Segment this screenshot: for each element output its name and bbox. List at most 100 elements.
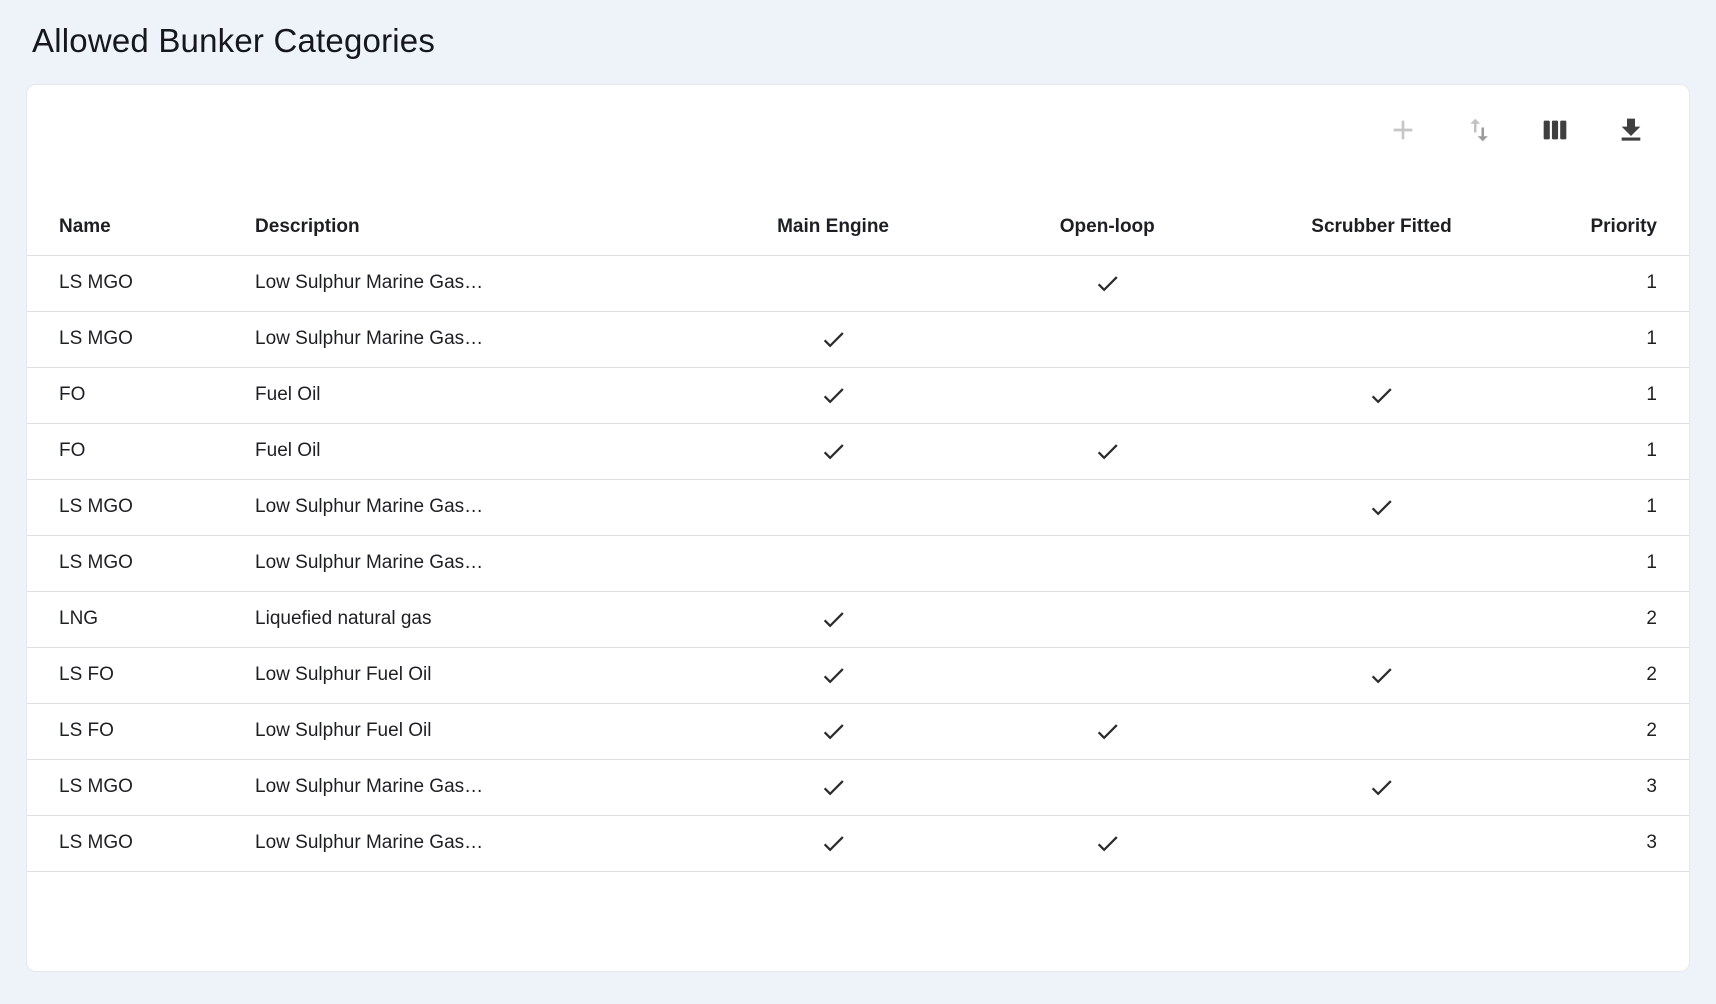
cell-open_loop-empty: [974, 647, 1240, 703]
cell-description: Low Sulphur Marine Gas…: [243, 535, 692, 591]
columns-icon: [1539, 114, 1571, 149]
table-row[interactable]: LS MGOLow Sulphur Marine Gas… 1: [27, 535, 1689, 591]
cell-main_engine-empty: [692, 255, 975, 311]
cell-priority: 1: [1523, 367, 1689, 423]
cell-main_engine-empty: [692, 535, 975, 591]
check-icon: [820, 382, 847, 409]
cell-scrubber_fitted-checked: [1240, 367, 1523, 423]
sort-button[interactable]: [1459, 111, 1499, 151]
cell-name: LS MGO: [27, 815, 243, 871]
cell-priority: 3: [1523, 815, 1689, 871]
columns-button[interactable]: [1535, 111, 1575, 151]
cell-name: LNG: [27, 591, 243, 647]
cell-description: Low Sulphur Fuel Oil: [243, 647, 692, 703]
cell-scrubber_fitted-empty: [1240, 815, 1523, 871]
cell-open_loop-empty: [974, 535, 1240, 591]
cell-priority: 3: [1523, 759, 1689, 815]
cell-description: Low Sulphur Marine Gas…: [243, 759, 692, 815]
column-header-scrubber_fitted[interactable]: Scrubber Fitted: [1240, 199, 1523, 255]
cell-description: Fuel Oil: [243, 423, 692, 479]
check-icon: [820, 606, 847, 633]
cell-main_engine-checked: [692, 815, 975, 871]
column-header-open_loop[interactable]: Open-loop: [974, 199, 1240, 255]
cell-main_engine-checked: [692, 647, 975, 703]
column-header-name[interactable]: Name: [27, 199, 243, 255]
check-icon: [820, 326, 847, 353]
sort-arrows-icon: [1464, 115, 1494, 148]
table-row[interactable]: LS FOLow Sulphur Fuel Oil 2: [27, 703, 1689, 759]
cell-name: FO: [27, 367, 243, 423]
cell-open_loop-empty: [974, 591, 1240, 647]
cell-description: Low Sulphur Marine Gas…: [243, 815, 692, 871]
table-toolbar: [27, 85, 1689, 199]
check-icon: [1368, 382, 1395, 409]
check-icon: [1368, 774, 1395, 801]
table-row[interactable]: LS MGOLow Sulphur Marine Gas… 3: [27, 759, 1689, 815]
cell-open_loop-empty: [974, 311, 1240, 367]
table-row[interactable]: LS FOLow Sulphur Fuel Oil 2: [27, 647, 1689, 703]
cell-name: LS MGO: [27, 759, 243, 815]
column-header-main_engine[interactable]: Main Engine: [692, 199, 975, 255]
check-icon: [1368, 494, 1395, 521]
cell-open_loop-checked: [974, 255, 1240, 311]
cell-open_loop-empty: [974, 367, 1240, 423]
export-button[interactable]: [1611, 111, 1651, 151]
cell-description: Low Sulphur Fuel Oil: [243, 703, 692, 759]
cell-scrubber_fitted-checked: [1240, 647, 1523, 703]
cell-open_loop-empty: [974, 479, 1240, 535]
cell-description: Low Sulphur Marine Gas…: [243, 479, 692, 535]
cell-name: LS MGO: [27, 311, 243, 367]
cell-open_loop-empty: [974, 759, 1240, 815]
cell-priority: 2: [1523, 591, 1689, 647]
check-icon: [820, 662, 847, 689]
cell-name: LS FO: [27, 647, 243, 703]
cell-open_loop-checked: [974, 815, 1240, 871]
column-header-priority[interactable]: Priority: [1523, 199, 1689, 255]
cell-priority: 1: [1523, 479, 1689, 535]
cell-scrubber_fitted-empty: [1240, 423, 1523, 479]
check-icon: [1094, 718, 1121, 745]
page: Allowed Bunker Categories: [0, 0, 1716, 996]
cell-description: Low Sulphur Marine Gas…: [243, 311, 692, 367]
cell-name: LS MGO: [27, 255, 243, 311]
table-row[interactable]: LS MGOLow Sulphur Marine Gas… 1: [27, 255, 1689, 311]
add-button[interactable]: [1383, 111, 1423, 151]
check-icon: [1368, 662, 1395, 689]
cell-name: LS MGO: [27, 479, 243, 535]
cell-description: Liquefied natural gas: [243, 591, 692, 647]
check-icon: [1094, 438, 1121, 465]
bunker-categories-card: NameDescriptionMain EngineOpen-loopScrub…: [26, 84, 1690, 972]
table-row[interactable]: LS MGOLow Sulphur Marine Gas… 1: [27, 479, 1689, 535]
table-body: LS MGOLow Sulphur Marine Gas…1LS MGOLow …: [27, 255, 1689, 871]
check-icon: [820, 718, 847, 745]
cell-description: Low Sulphur Marine Gas…: [243, 255, 692, 311]
column-header-description[interactable]: Description: [243, 199, 692, 255]
bunker-categories-table: NameDescriptionMain EngineOpen-loopScrub…: [27, 199, 1689, 872]
cell-scrubber_fitted-checked: [1240, 479, 1523, 535]
cell-main_engine-checked: [692, 423, 975, 479]
cell-open_loop-checked: [974, 423, 1240, 479]
check-icon: [820, 438, 847, 465]
cell-scrubber_fitted-empty: [1240, 703, 1523, 759]
table-row[interactable]: FOFuel Oil 1: [27, 367, 1689, 423]
check-icon: [1094, 270, 1121, 297]
cell-open_loop-checked: [974, 703, 1240, 759]
cell-name: FO: [27, 423, 243, 479]
table-row[interactable]: LNGLiquefied natural gas 2: [27, 591, 1689, 647]
cell-scrubber_fitted-empty: [1240, 255, 1523, 311]
cell-priority: 1: [1523, 535, 1689, 591]
plus-icon: [1387, 114, 1419, 149]
cell-name: LS MGO: [27, 535, 243, 591]
cell-scrubber_fitted-empty: [1240, 535, 1523, 591]
cell-priority: 2: [1523, 647, 1689, 703]
cell-priority: 1: [1523, 255, 1689, 311]
table-row[interactable]: LS MGOLow Sulphur Marine Gas… 3: [27, 815, 1689, 871]
cell-name: LS FO: [27, 703, 243, 759]
table-row[interactable]: LS MGOLow Sulphur Marine Gas…1: [27, 311, 1689, 367]
cell-priority: 2: [1523, 703, 1689, 759]
table-header-row: NameDescriptionMain EngineOpen-loopScrub…: [27, 199, 1689, 255]
cell-description: Fuel Oil: [243, 367, 692, 423]
cell-main_engine-checked: [692, 759, 975, 815]
download-icon: [1615, 114, 1647, 149]
table-row[interactable]: FOFuel Oil1: [27, 423, 1689, 479]
